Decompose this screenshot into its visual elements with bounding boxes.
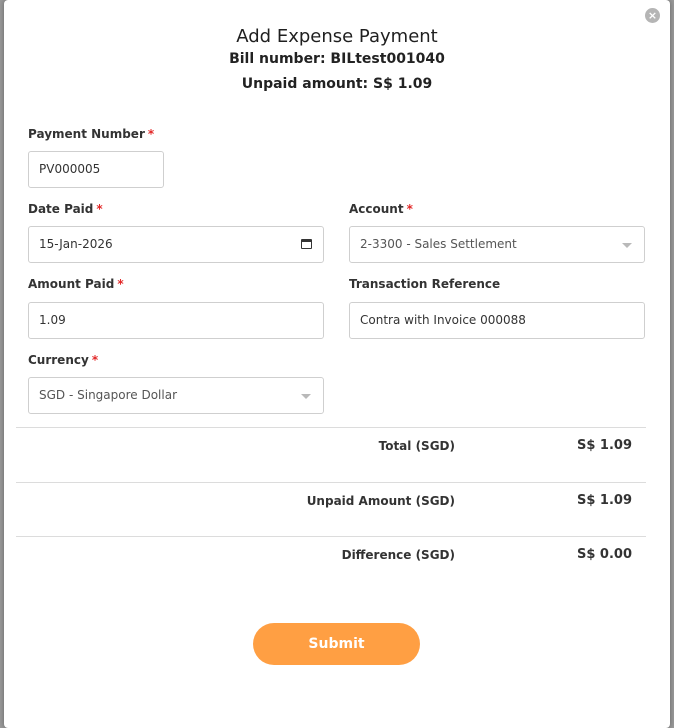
date-paid-value: 15-Jan-2026 xyxy=(39,237,113,251)
transaction-reference-label: Transaction Reference xyxy=(349,277,500,291)
payment-number-input[interactable]: PV000005 xyxy=(28,151,164,188)
required-marker: * xyxy=(96,202,103,216)
required-marker: * xyxy=(91,353,99,367)
date-paid-input[interactable]: 15-Jan-2026 xyxy=(28,226,324,263)
account-label: Account * xyxy=(349,202,413,216)
required-marker: * xyxy=(117,277,124,291)
difference-value: S$ 0.00 xyxy=(576,547,632,562)
bill-number-text: Bill number: BILtest001040 xyxy=(229,51,445,67)
transaction-reference-label-text: Transaction Reference xyxy=(349,277,501,291)
submit-button[interactable]: Submit xyxy=(253,623,420,665)
date-paid-label-text: Date Paid xyxy=(28,202,94,216)
payment-number-label-text: Payment Number xyxy=(28,127,145,141)
add-expense-payment-modal: × Add Expense Payment Bill number: BILte… xyxy=(4,0,670,728)
required-marker: * xyxy=(147,127,155,141)
calendar-icon[interactable] xyxy=(301,239,312,249)
account-select[interactable]: 2-3300 - Sales Settlement xyxy=(349,226,645,263)
modal-title: Add Expense Payment xyxy=(236,26,438,47)
chevron-down-icon xyxy=(301,394,311,399)
account-label-text: Account xyxy=(349,202,404,216)
amount-paid-input[interactable]: 1.09 xyxy=(28,302,324,339)
date-paid-label: Date Paid * xyxy=(28,202,103,216)
required-marker: * xyxy=(406,202,413,216)
unpaid-amount-text: Unpaid amount: S$ 1.09 xyxy=(241,76,433,92)
total-value: S$ 1.09 xyxy=(576,438,632,453)
divider xyxy=(16,482,646,483)
amount-paid-label-text: Amount Paid xyxy=(28,277,115,291)
total-label: Total (SGD) xyxy=(378,439,455,453)
currency-label-text: Currency xyxy=(28,353,89,367)
currency-value: SGD - Singapore Dollar xyxy=(39,388,178,402)
unpaid-amount-value: S$ 1.09 xyxy=(576,493,632,508)
amount-paid-label: Amount Paid * xyxy=(28,277,124,291)
unpaid-amount-label: Unpaid Amount (SGD) xyxy=(306,494,455,508)
divider xyxy=(16,427,646,428)
divider xyxy=(16,536,646,537)
difference-label: Difference (SGD) xyxy=(341,548,455,562)
chevron-down-icon xyxy=(622,243,632,248)
close-icon[interactable]: × xyxy=(645,8,660,23)
payment-number-label: Payment Number * xyxy=(28,127,154,141)
transaction-reference-input[interactable]: Contra with Invoice 000088 xyxy=(349,302,645,339)
currency-select[interactable]: SGD - Singapore Dollar xyxy=(28,377,324,414)
currency-label: Currency * xyxy=(28,353,98,367)
account-value: 2-3300 - Sales Settlement xyxy=(360,237,517,251)
